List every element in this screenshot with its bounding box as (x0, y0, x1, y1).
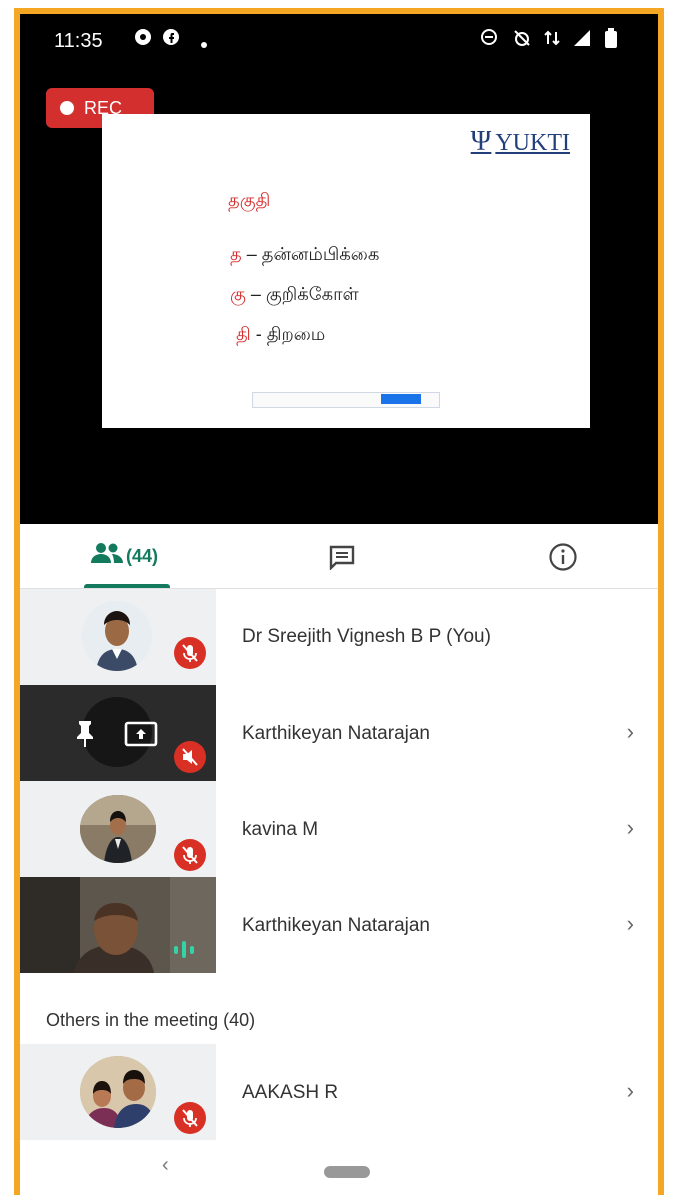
chevron-right-icon[interactable]: › (627, 815, 634, 841)
participant-row[interactable]: Karthikeyan Natarajan › (20, 685, 658, 781)
mic-muted-icon (174, 1102, 206, 1134)
slide-footer-bar (252, 392, 440, 408)
recording-dot-icon (60, 101, 74, 115)
tab-people[interactable]: (44) (84, 524, 172, 588)
participant-tile (20, 781, 216, 877)
participant-tile (20, 1044, 216, 1140)
edge-dot (660, 272, 664, 276)
participant-name: kavina M (242, 819, 319, 840)
chrome-notification-icon (134, 28, 152, 52)
mic-muted-icon (174, 741, 206, 773)
participant-name: AAKASH R (242, 1082, 339, 1103)
avatar (82, 601, 152, 671)
participant-row[interactable]: Karthikeyan Natarajan › (20, 877, 658, 973)
avatar (80, 795, 156, 863)
active-tab-indicator (84, 584, 170, 588)
participant-name: Karthikeyan Natarajan (242, 723, 430, 744)
tab-chat[interactable] (318, 524, 362, 588)
facebook-notification-icon (162, 28, 180, 52)
info-icon (548, 542, 578, 577)
presentation-area: 11:35 REC Ψ YUKTI தகுதி த – தன்னம்பிக்கை… (20, 14, 658, 524)
more-notifications-dot (200, 32, 208, 55)
alarm-off-icon (512, 28, 532, 54)
chevron-right-icon[interactable]: › (627, 911, 634, 937)
people-count: (44) (126, 546, 159, 566)
presenting-icon (124, 721, 158, 752)
signal-icon (572, 28, 592, 54)
pin-icon (74, 719, 96, 754)
4g-data-icon (542, 28, 562, 54)
others-heading: Others in the meeting (40) (46, 1010, 256, 1030)
participant-row[interactable]: kavina M › (20, 781, 658, 877)
participant-name: Karthikeyan Natarajan (242, 915, 430, 936)
slide-brand-logo: Ψ YUKTI (470, 126, 570, 157)
tab-info[interactable] (540, 524, 584, 588)
participant-tile (20, 877, 216, 973)
sync-icon (480, 28, 498, 52)
people-icon (90, 542, 124, 569)
mic-muted-icon (174, 839, 206, 871)
battery-icon (604, 28, 618, 54)
avatar (80, 1056, 156, 1128)
participant-name: Dr Sreejith Vignesh B P (You) (242, 626, 491, 647)
system-nav-bar: ‹ (20, 1144, 658, 1194)
participant-tile (20, 685, 216, 781)
status-time: 11:35 (54, 30, 103, 52)
mic-muted-icon (174, 637, 206, 669)
phone-frame: 11:35 REC Ψ YUKTI தகுதி த – தன்னம்பிக்கை… (14, 8, 664, 1195)
chevron-right-icon[interactable]: › (627, 719, 634, 745)
home-pill[interactable] (324, 1166, 370, 1178)
slide-line: தி - திறமை (236, 324, 326, 344)
meeting-tabs: (44) (20, 524, 658, 589)
speaking-indicator-icon (170, 937, 198, 966)
chevron-right-icon[interactable]: › (627, 1078, 634, 1104)
participant-row[interactable]: AAKASH R › (20, 1044, 658, 1140)
shared-slide: Ψ YUKTI தகுதி த – தன்னம்பிக்கை கு – குறிக… (102, 114, 590, 428)
status-bar: 11:35 (20, 14, 658, 66)
slide-title: தகுதி (228, 190, 271, 210)
chat-icon (328, 544, 356, 575)
slide-line: கு – குறிக்கோள் (230, 284, 359, 304)
slide-line: த – தன்னம்பிக்கை (230, 244, 380, 264)
back-chevron-icon[interactable]: ‹ (162, 1154, 169, 1177)
participant-tile (20, 589, 216, 685)
participant-row[interactable]: Dr Sreejith Vignesh B P (You) (20, 589, 658, 685)
